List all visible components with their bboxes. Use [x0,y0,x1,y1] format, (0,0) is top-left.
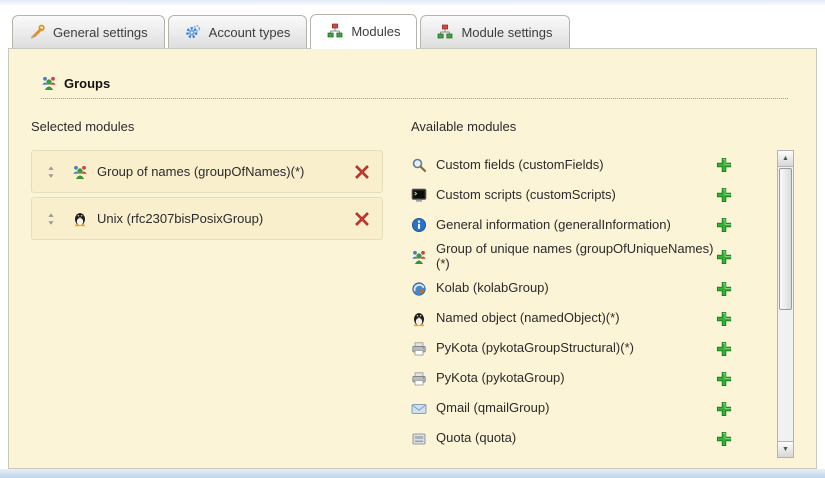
disk-icon [411,431,427,447]
available-module-row: Quota (quota) [411,424,767,454]
magnifier-icon [411,157,427,173]
chart-icon [437,24,453,40]
available-module-row: PyKota (pykotaGroup) [411,364,767,394]
add-module-button[interactable] [716,249,732,265]
add-module-button[interactable] [716,187,732,203]
module-label: PyKota (pykotaGroupStructural)(*) [436,341,716,356]
available-modules-scrollbar[interactable]: ▲ ▼ [777,150,794,458]
scroll-up-arrow-icon: ▲ [782,155,789,162]
module-label: Custom fields (customFields) [436,158,716,173]
delete-module-button[interactable] [354,211,370,227]
add-module-button[interactable] [716,371,732,387]
tab-general-settings[interactable]: General settings [12,15,165,48]
scroll-down-arrow-icon: ▼ [782,446,789,453]
module-label: General information (generalInformation) [436,218,716,233]
module-label: Custom scripts (customScripts) [436,188,716,203]
selected-module-row: Group of names (groupOfNames)(*) [31,150,383,193]
available-module-row: Kolab (kolabGroup) [411,274,767,304]
scroll-up-button[interactable]: ▲ [778,151,793,167]
available-module-row: Custom fields (customFields) [411,150,767,180]
module-label: Named object (namedObject)(*) [436,311,716,326]
tab-module-settings[interactable]: Module settings [420,15,569,48]
selected-module-row: Unix (rfc2307bisPosixGroup) [31,197,383,240]
groups-icon [72,164,88,180]
delete-module-button[interactable] [354,164,370,180]
module-label: Group of unique names (groupOfUniqueName… [436,242,716,272]
module-label: Group of names (groupOfNames)(*) [97,164,354,179]
scrollbar-track[interactable] [778,167,793,441]
chart-icon [327,23,343,39]
selected-modules-label: Selected modules [31,119,383,134]
tab-account-types[interactable]: Account types [168,15,308,48]
wrench-icon [29,24,45,40]
groups-icon [41,75,57,91]
available-module-row: Qmail (qmailGroup) [411,394,767,424]
add-module-button[interactable] [716,431,732,447]
gears-icon [185,24,201,40]
groups-icon [411,249,427,265]
scrollbar-thumb[interactable] [779,168,792,310]
envelope-icon [411,401,427,417]
modules-panel: Groups Selected modules Group of names (… [8,48,817,469]
add-module-button[interactable] [716,311,732,327]
available-modules-list: Custom fields (customFields) Custom scri… [411,150,777,458]
drag-handle-icon[interactable] [44,165,58,179]
module-label: PyKota (pykotaGroup) [436,371,716,386]
bottom-gradient-strip [0,469,825,478]
available-module-row: Group of unique names (groupOfUniqueName… [411,240,767,274]
available-module-row: General information (generalInformation) [411,210,767,240]
add-module-button[interactable] [716,341,732,357]
printer-icon [411,341,427,357]
selected-modules-column: Selected modules Group of names (groupOf… [31,119,383,458]
terminal-icon [411,187,427,203]
module-label: Kolab (kolabGroup) [436,281,716,296]
tux-icon [72,211,88,227]
module-label: Unix (rfc2307bisPosixGroup) [97,211,354,226]
add-module-button[interactable] [716,401,732,417]
tab-bar: General settings Account types Modules M… [0,6,825,48]
available-module-row: PyKota (pykotaGroupStructural)(*) [411,334,767,364]
printer-icon [411,371,427,387]
tab-modules[interactable]: Modules [310,14,417,49]
section-header-groups: Groups [41,75,788,99]
available-modules-column: Available modules Custom fields (customF… [411,119,794,458]
module-label: Quota (quota) [436,431,716,446]
available-modules-label: Available modules [411,119,794,134]
available-module-row: Custom scripts (customScripts) [411,180,767,210]
scroll-down-button[interactable]: ▼ [778,441,793,457]
kolab-icon [411,281,427,297]
add-module-button[interactable] [716,217,732,233]
section-title: Groups [64,76,110,91]
drag-handle-icon[interactable] [44,212,58,226]
tab-label: Module settings [461,25,552,40]
info-icon [411,217,427,233]
tab-label: Modules [351,24,400,39]
tab-label: Account types [209,25,291,40]
tab-label: General settings [53,25,148,40]
tux-icon [411,311,427,327]
module-label: Qmail (qmailGroup) [436,401,716,416]
add-module-button[interactable] [716,281,732,297]
available-module-row: Named object (namedObject)(*) [411,304,767,334]
add-module-button[interactable] [716,157,732,173]
